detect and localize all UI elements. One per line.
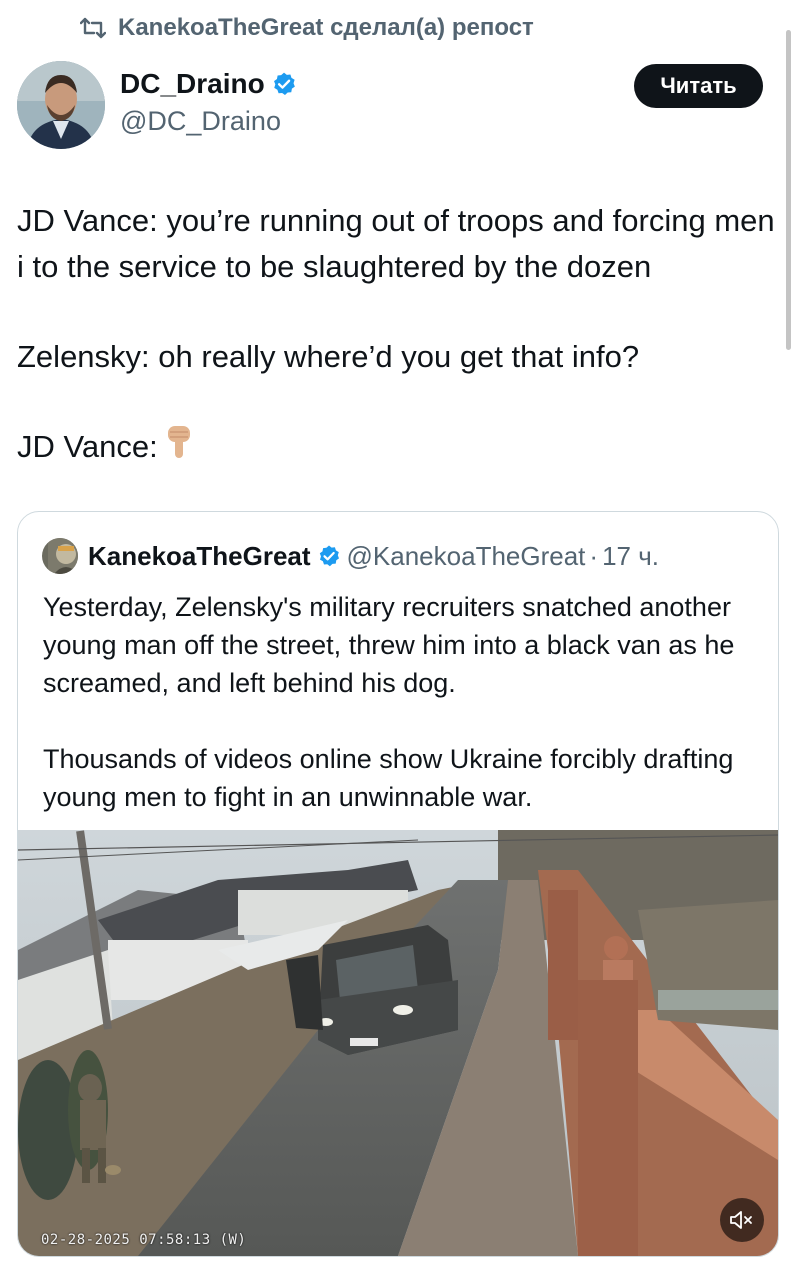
- quote-time[interactable]: 17 ч.: [602, 541, 659, 572]
- quote-header: KanekoaTheGreat @KanekoaTheGreat · 17 ч.: [42, 538, 659, 574]
- repost-icon: [80, 17, 106, 39]
- repost-text: KanekoaTheGreat сделал(а) репост: [118, 14, 534, 41]
- quote-text: Yesterday, Zelensky's military recruiter…: [43, 588, 763, 816]
- author-handle[interactable]: @DC_Draino: [120, 106, 297, 137]
- follow-button[interactable]: Читать: [634, 64, 763, 108]
- quote-author-handle[interactable]: @KanekoaTheGreat: [347, 541, 586, 572]
- video-player[interactable]: 02-28-2025 07:58:13 (W): [18, 830, 778, 1256]
- video-frame: [18, 830, 778, 1256]
- avatar[interactable]: [17, 61, 105, 149]
- mute-button[interactable]: [720, 1198, 764, 1242]
- tweet-text: JD Vance: you’re running out of troops a…: [17, 198, 787, 473]
- speaker-muted-icon: [730, 1211, 752, 1229]
- quote-paragraph-1: Yesterday, Zelensky's military recruiter…: [43, 592, 735, 698]
- author-name-row[interactable]: DC_Draino: [120, 68, 297, 100]
- verified-badge-icon: [319, 545, 339, 567]
- tweet-line-3: JD Vance:: [17, 429, 158, 464]
- tweet-line-3-row: JD Vance:: [17, 424, 787, 473]
- tweet-line-1: JD Vance: you’re running out of troops a…: [17, 203, 775, 284]
- author-block: DC_Draino @DC_Draino: [120, 68, 297, 137]
- quote-paragraph-2: Thousands of videos online show Ukraine …: [43, 744, 734, 812]
- repost-indicator: KanekoaTheGreat сделал(а) репост: [80, 14, 534, 42]
- verified-badge-icon: [273, 72, 295, 96]
- quoted-tweet[interactable]: KanekoaTheGreat @KanekoaTheGreat · 17 ч.…: [17, 511, 779, 1257]
- tweet-line-2: Zelensky: oh really where’d you get that…: [17, 339, 640, 374]
- backhand-index-pointing-down-icon: [164, 424, 194, 473]
- quote-avatar[interactable]: [42, 538, 78, 574]
- video-timestamp: 02-28-2025 07:58:13 (W): [41, 1232, 247, 1248]
- quote-separator: ·: [589, 540, 599, 571]
- author-name[interactable]: DC_Draino: [120, 68, 265, 100]
- quote-author-name[interactable]: KanekoaTheGreat: [88, 541, 311, 572]
